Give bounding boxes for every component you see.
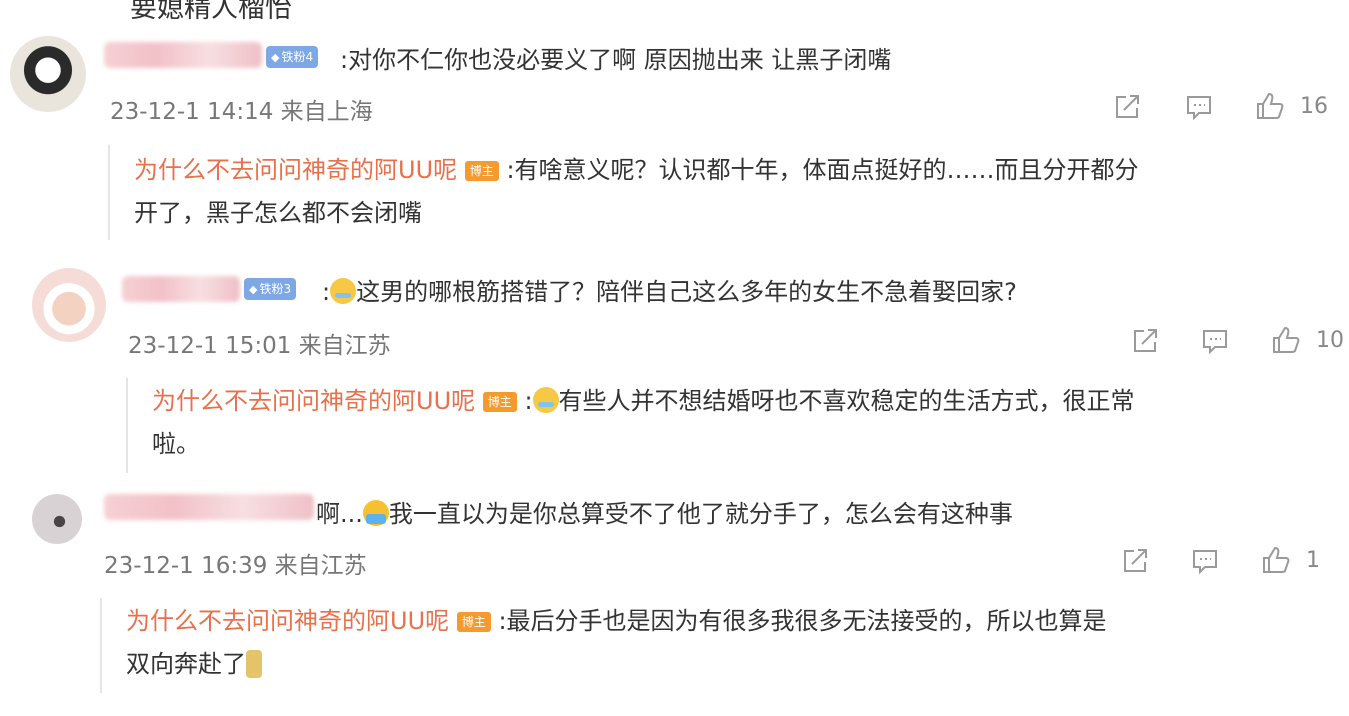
avatar[interactable] xyxy=(10,36,86,112)
fan-badge[interactable]: ◆ 铁粉3 xyxy=(244,278,297,300)
host-badge: 博主 xyxy=(482,392,517,412)
reply-text-continued: 双向奔赴了 xyxy=(126,650,246,678)
like-icon[interactable] xyxy=(1270,324,1302,356)
fan-badge[interactable]: ◆ 铁粉4 xyxy=(266,46,319,68)
share-icon[interactable] xyxy=(1112,92,1142,122)
reply-text: 有些人并不想结婚呀也不喜欢稳定的生活方式，很正常 xyxy=(558,387,1135,415)
reply-content: 为什么不去问问神奇的阿UU呢 博主 :有啥意义呢？认识都十年，体面点挺好的……而… xyxy=(134,149,1334,235)
comment-meta: 23-12-1 16:39 来自江苏 xyxy=(104,553,367,579)
like-icon[interactable] xyxy=(1254,90,1286,122)
username-blurred[interactable] xyxy=(104,494,314,520)
reply-author[interactable]: 为什么不去问问神奇的阿UU呢 xyxy=(126,607,449,635)
comment-text: 啊... 我一直以为是你总算受不了他了就分手了，怎么会有这种事 xyxy=(316,500,1013,528)
reply-content: 为什么不去问问神奇的阿UU呢 博主 :最后分手也是因为有很多我很多无法接受的，所… xyxy=(126,600,1326,686)
comment-meta: 23-12-1 14:14 来自上海 xyxy=(110,99,373,125)
like-count: 16 xyxy=(1300,94,1328,119)
like-count: 10 xyxy=(1316,328,1344,353)
comment-text: : 这男的哪根筋搭错了？陪伴自己这么多年的女生不急着娶回家? xyxy=(322,278,1017,306)
comment-icon[interactable] xyxy=(1190,546,1220,576)
previous-comment-fragment: 要媳精人榴怡 xyxy=(130,0,292,24)
like-icon[interactable] xyxy=(1260,544,1292,576)
username-blurred[interactable] xyxy=(122,276,240,302)
reply-block: 为什么不去问问神奇的阿UU呢 博主 :最后分手也是因为有很多我很多无法接受的，所… xyxy=(100,598,1332,693)
reply-content: 为什么不去问问神奇的阿UU呢 博主 : 有些人并不想结婚呀也不喜欢稳定的生活方式，… xyxy=(152,387,1135,458)
diamond-icon: ◆ xyxy=(271,51,280,64)
like-count: 1 xyxy=(1306,548,1320,573)
comment-icon[interactable] xyxy=(1184,92,1214,122)
reply-block: 为什么不去问问神奇的阿UU呢 博主 : 有些人并不想结婚呀也不喜欢稳定的生活方式，… xyxy=(126,378,1343,473)
sob-emoji xyxy=(362,500,389,526)
reply-text: :最后分手也是因为有很多我很多无法接受的，所以也算是 xyxy=(498,607,1107,635)
reply-block: 为什么不去问问神奇的阿UU呢 博主 :有啥意义呢？认识都十年，体面点挺好的……而… xyxy=(108,145,1340,240)
reply-text-continued: 啦。 xyxy=(152,430,200,458)
share-icon[interactable] xyxy=(1120,546,1150,576)
cry-laugh-emoji xyxy=(532,387,559,413)
username-blurred[interactable] xyxy=(104,42,262,68)
comment-text: :对你不仁你也没必要义了啊 原因抛出来 让黑子闭嘴 xyxy=(340,46,892,74)
reply-text: :有啥意义呢？认识都十年，体面点挺好的……而且分开都分 xyxy=(506,156,1139,184)
share-icon[interactable] xyxy=(1130,326,1160,356)
host-badge: 博主 xyxy=(456,612,491,632)
host-badge: 博主 xyxy=(464,161,499,181)
reply-text-continued: 开了，黑子怎么都不会闭嘴 xyxy=(134,199,422,227)
avatar[interactable] xyxy=(32,494,82,544)
reply-author[interactable]: 为什么不去问问神奇的阿UU呢 xyxy=(152,387,475,415)
comment-meta: 23-12-1 15:01 来自江苏 xyxy=(128,333,391,359)
person-emoji xyxy=(246,650,262,678)
diamond-icon: ◆ xyxy=(249,283,258,296)
comment-icon[interactable] xyxy=(1200,326,1230,356)
cry-laugh-emoji xyxy=(330,278,357,304)
avatar[interactable] xyxy=(32,268,106,342)
reply-author[interactable]: 为什么不去问问神奇的阿UU呢 xyxy=(134,156,457,184)
